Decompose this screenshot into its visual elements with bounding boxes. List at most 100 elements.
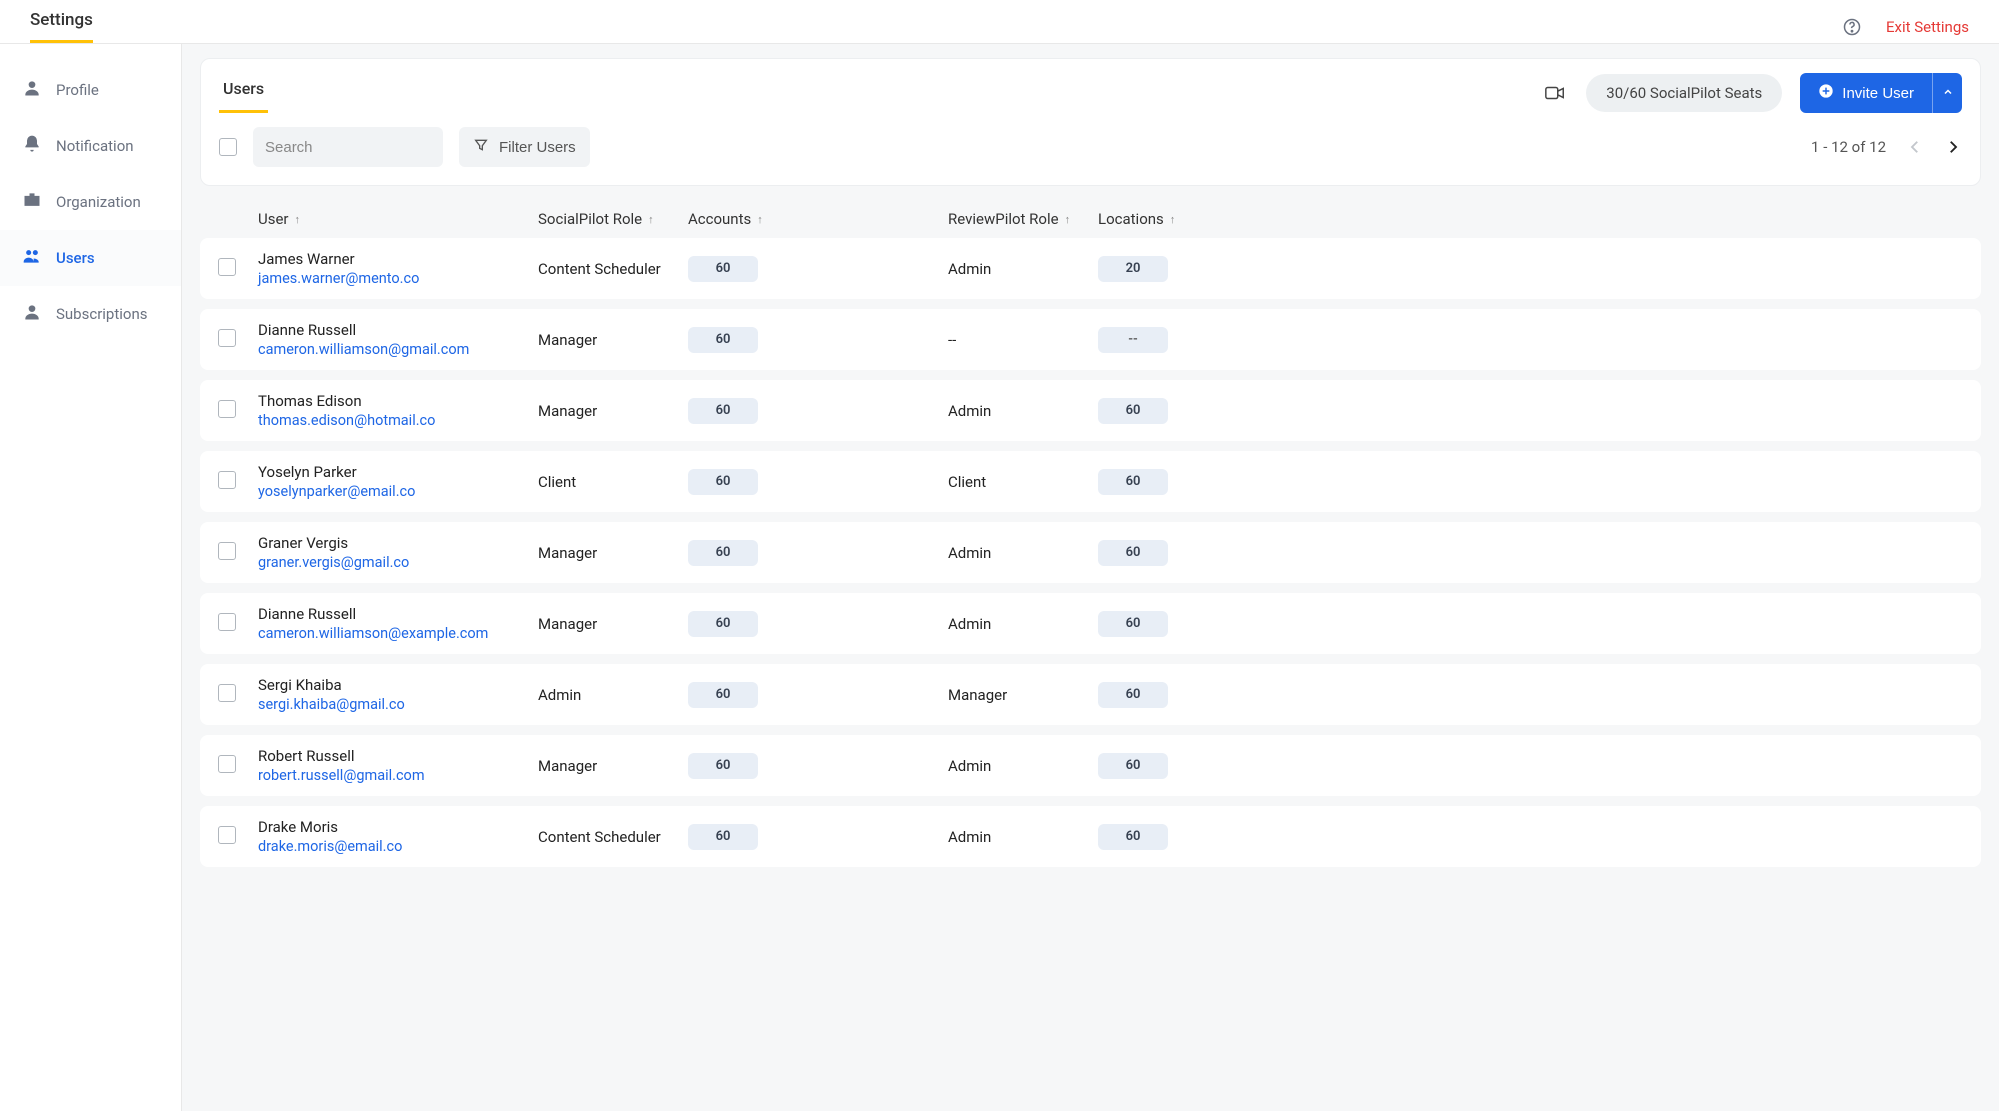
col-user[interactable]: User↑ [258,210,538,228]
locations-count-pill: 60 [1098,469,1168,495]
user-cell: Thomas Edison thomas.edison@hotmail.co [258,392,538,429]
locations-cell: 60 [1098,611,1218,637]
user-name: Drake Moris [258,818,538,836]
video-icon[interactable] [1542,82,1568,104]
select-all-checkbox[interactable] [219,138,237,156]
row-checkbox[interactable] [218,684,236,702]
sort-icon: ↑ [1065,213,1071,226]
accounts-count-pill: 60 [688,824,758,850]
table-row[interactable]: Dianne Russellcameron.williamson@gmail.c… [200,309,1981,370]
sp-role-cell: Content Scheduler [538,260,688,278]
briefcase-icon [22,190,42,214]
accounts-count-pill: 60 [688,398,758,424]
user-email-link[interactable]: cameron.williamson@gmail.com [258,341,538,358]
help-icon[interactable] [1842,17,1862,37]
sidebar-item-subscriptions[interactable]: Subscriptions [0,286,181,342]
row-checkbox[interactable] [218,471,236,489]
row-checkbox[interactable] [218,826,236,844]
col-sp-role[interactable]: SocialPilot Role↑ [538,210,688,228]
table-row[interactable]: Dianne Russellcameron.williamson@example… [200,593,1981,654]
sp-role-cell: Manager [538,544,688,562]
rp-role-cell: -- [948,331,1098,349]
user-email-link[interactable]: robert.russell@gmail.com [258,767,538,784]
col-rp-role[interactable]: ReviewPilot Role↑ [948,210,1098,228]
locations-count-pill: 60 [1098,753,1168,779]
col-locations[interactable]: Locations↑ [1098,210,1218,228]
locations-count-pill: 60 [1098,398,1168,424]
user-name: Thomas Edison [258,392,538,410]
exit-settings-link[interactable]: Exit Settings [1886,18,1969,36]
sp-role-cell: Content Scheduler [538,828,688,846]
sp-role-cell: Manager [538,757,688,775]
user-email-link[interactable]: yoselynparker@email.co [258,483,538,500]
filter-users-button[interactable]: Filter Users [459,127,590,167]
rp-role-cell: Admin [948,828,1098,846]
table-row[interactable]: Robert Russell robert.russell@gmail.comMa… [200,735,1981,796]
content-area: Users 30/60 SocialPilot Seats Invite Use… [182,44,1999,1111]
search-input[interactable] [265,139,464,156]
user-email-link[interactable]: cameron.williamson@example.com [258,625,538,642]
user-cell: Dianne Russellcameron.williamson@gmail.c… [258,321,538,358]
rp-role-cell: Admin [948,757,1098,775]
table-row[interactable]: Graner Vergisgraner.vergis@gmail.coManag… [200,522,1981,583]
row-checkbox[interactable] [218,400,236,418]
users-icon [22,246,42,270]
table-row[interactable]: Thomas Edisonthomas.edison@hotmail.coMan… [200,380,1981,441]
table-row[interactable]: Sergi Khaibasergi.khaiba@gmail.coAdmin60… [200,664,1981,725]
sidebar-item-profile[interactable]: Profile [0,62,181,118]
plus-circle-icon [1818,83,1834,103]
user-email-link[interactable]: graner.vergis@gmail.co [258,554,538,571]
sidebar-item-label: Profile [56,81,99,99]
locations-cell: 60 [1098,753,1218,779]
user-name: James Warner [258,250,538,268]
filter-icon [473,137,489,157]
row-checkbox[interactable] [218,329,236,347]
pagination-prev-button[interactable] [1906,138,1924,156]
table-row[interactable]: Drake Moris drake.moris@email.coContent S… [200,806,1981,867]
user-cell: Sergi Khaibasergi.khaiba@gmail.co [258,676,538,713]
user-email-link[interactable]: drake.moris@email.co [258,838,538,855]
invite-user-button[interactable]: Invite User [1800,73,1932,113]
row-checkbox[interactable] [218,755,236,773]
rp-role-cell: Admin [948,260,1098,278]
user-name: Robert Russell [258,747,538,765]
locations-cell: 60 [1098,398,1218,424]
pagination-next-button[interactable] [1944,138,1962,156]
user-email-link[interactable]: sergi.khaiba@gmail.co [258,696,538,713]
col-accounts[interactable]: Accounts↑ [688,210,948,228]
sidebar-item-users[interactable]: Users [0,230,181,286]
row-checkbox[interactable] [218,613,236,631]
user-email-link[interactable]: james.warner@mento.co [258,270,538,287]
locations-cell: 60 [1098,682,1218,708]
sidebar-item-notification[interactable]: Notification [0,118,181,174]
accounts-cell: 60 [688,682,948,708]
row-checkbox[interactable] [218,542,236,560]
locations-count-pill: 60 [1098,824,1168,850]
accounts-count-pill: 60 [688,611,758,637]
sort-icon: ↑ [1170,213,1176,226]
user-cell: Robert Russell robert.russell@gmail.com [258,747,538,784]
rp-role-cell: Manager [948,686,1098,704]
profile-icon [22,78,42,102]
user-cell: Drake Moris drake.moris@email.co [258,818,538,855]
table-row[interactable]: James Warner james.warner@mento.coContent… [200,238,1981,299]
locations-cell: -- [1098,327,1218,353]
sidebar-item-label: Notification [56,137,134,155]
rp-role-cell: Admin [948,544,1098,562]
table-row[interactable]: Yoselyn Parkeryoselynparker@email.coClie… [200,451,1981,512]
seats-count-pill: 30/60 SocialPilot Seats [1586,74,1782,112]
user-email-link[interactable]: thomas.edison@hotmail.co [258,412,538,429]
accounts-cell: 60 [688,611,948,637]
user-cell: Dianne Russellcameron.williamson@example… [258,605,538,642]
sort-icon: ↑ [295,213,301,226]
accounts-count-pill: 60 [688,327,758,353]
sidebar-item-organization[interactable]: Organization [0,174,181,230]
tab-users[interactable]: Users [219,73,268,113]
accounts-count-pill: 60 [688,469,758,495]
invite-user-dropdown-button[interactable] [1932,73,1962,113]
row-checkbox[interactable] [218,258,236,276]
invite-user-label: Invite User [1842,85,1914,102]
accounts-cell: 60 [688,753,948,779]
locations-cell: 60 [1098,469,1218,495]
accounts-cell: 60 [688,256,948,282]
